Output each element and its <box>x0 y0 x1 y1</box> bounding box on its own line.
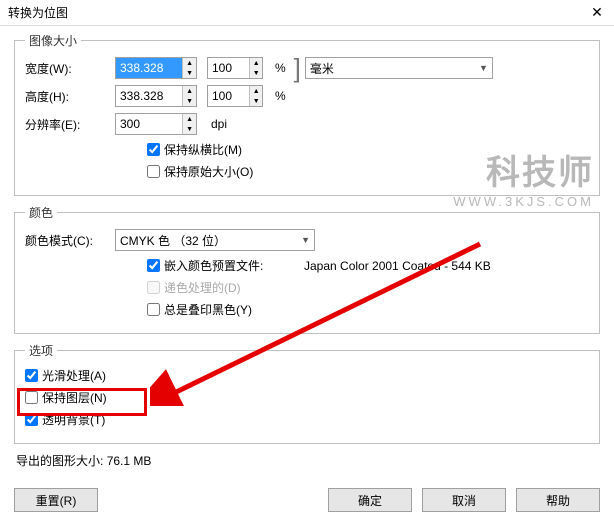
dither-label: 递色处理的(D) <box>164 279 241 296</box>
reset-button[interactable]: 重置(R) <box>14 488 98 512</box>
overprint-label: 总是叠印黑色(Y) <box>164 301 252 318</box>
resolution-unit: dpi <box>211 117 227 131</box>
export-size-value: 76.1 MB <box>107 454 152 468</box>
options-legend: 选项 <box>25 342 57 359</box>
ok-button[interactable]: 确定 <box>328 488 412 512</box>
chevron-down-icon: ▼ <box>301 235 310 245</box>
percent-sign: % <box>275 61 286 75</box>
percent-sign: % <box>275 89 286 103</box>
chevron-down-icon: ▼ <box>479 63 488 73</box>
spin-up-icon[interactable]: ▲ <box>250 86 262 96</box>
embed-profile-label: 嵌入颜色预置文件: <box>164 257 304 274</box>
width-percent-input[interactable]: ▲▼ <box>207 57 263 79</box>
image-size-group: 图像大小 宽度(W): ▲▼ ▲▼ % ] 毫米 ▼ 高度(H): <box>14 32 600 196</box>
height-label: 高度(H): <box>25 88 115 105</box>
keep-original-label: 保持原始大小(O) <box>164 163 253 180</box>
bracket-icon: ] <box>294 58 301 79</box>
unit-select[interactable]: 毫米 ▼ <box>305 57 493 79</box>
spin-down-icon[interactable]: ▼ <box>183 124 196 134</box>
cancel-button[interactable]: 取消 <box>422 488 506 512</box>
spin-down-icon[interactable]: ▼ <box>183 96 196 106</box>
width-label: 宽度(W): <box>25 60 115 77</box>
spin-up-icon[interactable]: ▲ <box>183 58 196 68</box>
color-mode-label: 颜色模式(C): <box>25 232 115 249</box>
spin-down-icon[interactable]: ▼ <box>250 96 262 106</box>
height-input[interactable]: ▲▼ <box>115 85 197 107</box>
close-icon[interactable]: ✕ <box>588 4 606 22</box>
color-legend: 颜色 <box>25 204 57 221</box>
spin-down-icon[interactable]: ▼ <box>183 68 196 78</box>
options-group: 选项 光滑处理(A) 保持图层(N) 透明背景(T) <box>14 342 600 444</box>
color-mode-select[interactable]: CMYK 色 （32 位） ▼ <box>115 229 315 251</box>
keep-layers-label: 保持图层(N) <box>42 389 107 406</box>
color-group: 颜色 颜色模式(C): CMYK 色 （32 位） ▼ 嵌入颜色预置文件: Ja… <box>14 204 600 334</box>
spin-up-icon[interactable]: ▲ <box>183 114 196 124</box>
transparent-label: 透明背景(T) <box>42 411 105 428</box>
overprint-checkbox[interactable] <box>147 303 160 316</box>
keep-aspect-label: 保持纵横比(M) <box>164 141 242 158</box>
resolution-label: 分辨率(E): <box>25 116 115 133</box>
transparent-checkbox[interactable] <box>25 413 38 426</box>
keep-layers-checkbox[interactable] <box>25 391 38 404</box>
spin-up-icon[interactable]: ▲ <box>183 86 196 96</box>
dither-checkbox <box>147 281 160 294</box>
smooth-checkbox[interactable] <box>25 369 38 382</box>
export-size-label: 导出的图形大小: <box>16 454 103 468</box>
profile-info: Japan Color 2001 Coated - 544 KB <box>304 259 491 273</box>
dialog-title: 转换为位图 <box>8 4 68 21</box>
help-button[interactable]: 帮助 <box>516 488 600 512</box>
resolution-input[interactable]: ▲▼ <box>115 113 197 135</box>
smooth-label: 光滑处理(A) <box>42 367 106 384</box>
keep-original-checkbox[interactable] <box>147 165 160 178</box>
embed-profile-checkbox[interactable] <box>147 259 160 272</box>
spin-up-icon[interactable]: ▲ <box>250 58 262 68</box>
height-percent-input[interactable]: ▲▼ <box>207 85 263 107</box>
keep-aspect-checkbox[interactable] <box>147 143 160 156</box>
spin-down-icon[interactable]: ▼ <box>250 68 262 78</box>
image-size-legend: 图像大小 <box>25 32 81 49</box>
width-input[interactable]: ▲▼ <box>115 57 197 79</box>
